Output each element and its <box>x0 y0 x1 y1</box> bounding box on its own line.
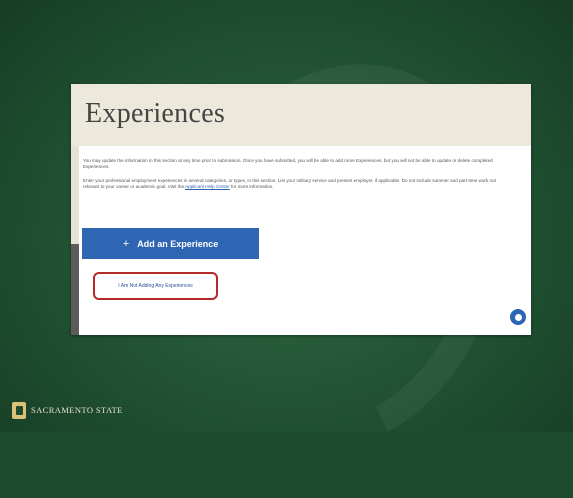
left-dark-bar <box>71 244 79 335</box>
logo-text: SACRAMENTO STATE <box>31 405 123 415</box>
sacramento-state-logo: SACRAMENTO STATE <box>12 401 123 419</box>
slide-background: Experiences You may update the informati… <box>0 0 573 498</box>
application-screenshot: Experiences You may update the informati… <box>71 84 531 335</box>
add-experience-button[interactable]: + Add an Experience <box>82 228 259 259</box>
instructions-paragraph: Enter your professional employment exper… <box>83 178 508 190</box>
instructions-text: Enter your professional employment exper… <box>83 178 496 190</box>
chat-bubble-icon[interactable] <box>510 309 526 325</box>
intro-paragraph: You may update the information in this s… <box>83 158 493 170</box>
plus-icon: + <box>122 237 130 250</box>
not-adding-label: I Am Not Adding Any Experiences <box>118 283 193 289</box>
not-adding-experiences-button[interactable]: I Am Not Adding Any Experiences <box>93 272 218 300</box>
page-header: Experiences <box>71 84 531 146</box>
add-experience-label: Add an Experience <box>137 238 219 249</box>
hornet-logo-icon <box>12 401 26 419</box>
instructions-suffix: for more information. <box>229 184 274 190</box>
help-center-link[interactable]: Applicant Help Center <box>185 184 230 189</box>
page-title: Experiences <box>85 98 226 129</box>
